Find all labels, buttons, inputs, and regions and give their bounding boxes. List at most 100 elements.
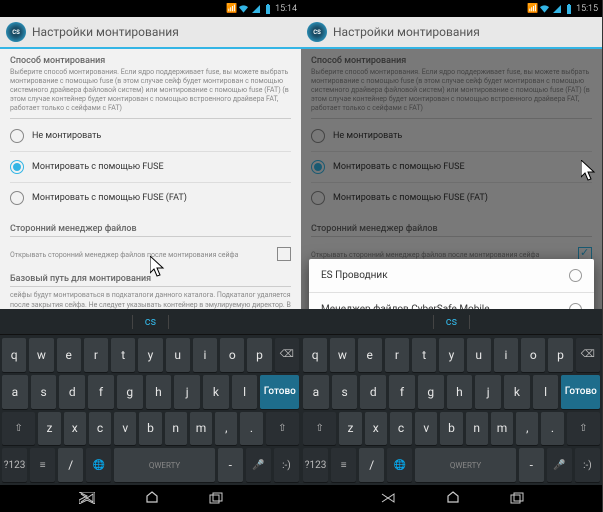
key-smile[interactable]: :-) bbox=[575, 448, 600, 482]
key-j[interactable]: j bbox=[475, 375, 501, 409]
ext-fm-row[interactable]: Открывать сторонний менеджер файлов посл… bbox=[0, 241, 301, 267]
key-f[interactable]: f bbox=[389, 375, 415, 409]
key-comma[interactable]: , bbox=[215, 412, 237, 446]
nav-back-icon[interactable] bbox=[380, 489, 396, 508]
radio-fuse-fat[interactable]: Монтировать с помощью FUSE (FAT) bbox=[0, 185, 301, 211]
key-shift[interactable]: ⇧ bbox=[2, 412, 35, 446]
suggestion-bar[interactable]: cs bbox=[0, 309, 301, 335]
dialog-option-es[interactable]: ES Проводник bbox=[309, 259, 594, 293]
key-smile[interactable]: :-) bbox=[274, 448, 299, 482]
nav-recent-icon[interactable] bbox=[510, 489, 524, 508]
key-settings[interactable]: ≡ bbox=[331, 448, 356, 482]
android-navbar bbox=[0, 485, 301, 512]
key-action[interactable]: Готово bbox=[561, 375, 600, 409]
key-c[interactable]: c bbox=[390, 412, 412, 446]
key-b[interactable]: b bbox=[139, 412, 161, 446]
key-period[interactable]: . bbox=[541, 412, 563, 446]
key-d[interactable]: d bbox=[59, 375, 85, 409]
suggestion[interactable]: cs bbox=[434, 315, 469, 328]
nav-back-icon[interactable] bbox=[79, 489, 95, 508]
key-s[interactable]: s bbox=[332, 375, 358, 409]
key-period[interactable]: . bbox=[240, 412, 262, 446]
key-d[interactable]: d bbox=[360, 375, 386, 409]
key-n[interactable]: n bbox=[466, 412, 488, 446]
key-q[interactable]: q bbox=[303, 338, 327, 372]
key-comma[interactable]: , bbox=[516, 412, 538, 446]
key-o[interactable]: o bbox=[521, 338, 545, 372]
key-sym[interactable]: ?123 bbox=[2, 448, 27, 482]
key-y[interactable]: y bbox=[439, 338, 463, 372]
key-shift[interactable]: ⇧ bbox=[303, 412, 336, 446]
signal-icon bbox=[552, 4, 561, 13]
key-p[interactable]: p bbox=[247, 338, 271, 372]
key-w[interactable]: w bbox=[330, 338, 354, 372]
key-shift-r[interactable]: ⇧ bbox=[567, 412, 600, 446]
key-e[interactable]: e bbox=[57, 338, 81, 372]
key-r[interactable]: r bbox=[84, 338, 108, 372]
key-m[interactable]: m bbox=[491, 412, 513, 446]
key-c[interactable]: c bbox=[89, 412, 111, 446]
key-e[interactable]: e bbox=[358, 338, 382, 372]
key-w[interactable]: w bbox=[29, 338, 53, 372]
key-l[interactable]: l bbox=[232, 375, 258, 409]
nav-recent-icon[interactable] bbox=[209, 489, 223, 508]
dialog-option-cybersafe[interactable]: Менеджер файлов CyberSafe Mobile bbox=[309, 293, 594, 309]
key-z[interactable]: z bbox=[38, 412, 60, 446]
key-settings[interactable]: ≡ bbox=[30, 448, 55, 482]
suggestion[interactable]: cs bbox=[133, 315, 168, 328]
key-n[interactable]: n bbox=[165, 412, 187, 446]
key-g[interactable]: g bbox=[418, 375, 444, 409]
key-b[interactable]: b bbox=[440, 412, 462, 446]
key-q[interactable]: q bbox=[2, 338, 26, 372]
key-u[interactable]: u bbox=[467, 338, 491, 372]
key-hyphen[interactable]: - bbox=[519, 448, 544, 482]
radio-fuse[interactable]: Монтировать с помощью FUSE bbox=[0, 154, 301, 180]
key-i[interactable]: i bbox=[193, 338, 217, 372]
key-y[interactable]: y bbox=[138, 338, 162, 372]
key-k[interactable]: k bbox=[203, 375, 229, 409]
key-v[interactable]: v bbox=[415, 412, 437, 446]
key-s[interactable]: s bbox=[31, 375, 57, 409]
key-j[interactable]: j bbox=[174, 375, 200, 409]
key-t[interactable]: t bbox=[412, 338, 436, 372]
key-o[interactable]: o bbox=[220, 338, 244, 372]
key-action[interactable]: Готово bbox=[260, 375, 299, 409]
key-k[interactable]: k bbox=[504, 375, 530, 409]
key-x[interactable]: x bbox=[365, 412, 387, 446]
key-p[interactable]: p bbox=[548, 338, 572, 372]
key-m[interactable]: m bbox=[190, 412, 212, 446]
key-t[interactable]: t bbox=[111, 338, 135, 372]
key-mic[interactable]: 🎤 bbox=[547, 448, 572, 482]
key-f[interactable]: f bbox=[88, 375, 114, 409]
key-lang[interactable]: 🌐 bbox=[86, 448, 111, 482]
key-space[interactable]: QWERTY bbox=[114, 448, 214, 482]
app-logo-icon: CS bbox=[6, 22, 26, 42]
nav-home-icon[interactable] bbox=[145, 489, 159, 508]
key-z[interactable]: z bbox=[339, 412, 361, 446]
key-h[interactable]: h bbox=[146, 375, 172, 409]
key-i[interactable]: i bbox=[494, 338, 518, 372]
mount-method-title: Способ монтирования bbox=[0, 49, 301, 68]
key-backspace[interactable]: ⌫ bbox=[576, 338, 600, 372]
key-space[interactable]: QWERTY bbox=[415, 448, 515, 482]
key-v[interactable]: v bbox=[114, 412, 136, 446]
key-shift-r[interactable]: ⇧ bbox=[266, 412, 299, 446]
key-g[interactable]: g bbox=[117, 375, 143, 409]
key-backspace[interactable]: ⌫ bbox=[275, 338, 299, 372]
radio-no-mount[interactable]: Не монтировать bbox=[0, 123, 301, 149]
key-x[interactable]: x bbox=[64, 412, 86, 446]
key-r[interactable]: r bbox=[385, 338, 409, 372]
key-a[interactable]: a bbox=[303, 375, 329, 409]
suggestion-bar[interactable]: cs bbox=[301, 309, 602, 335]
key-l[interactable]: l bbox=[533, 375, 559, 409]
key-slash[interactable]: / bbox=[359, 448, 384, 482]
key-slash[interactable]: / bbox=[58, 448, 83, 482]
nav-home-icon[interactable] bbox=[446, 489, 460, 508]
key-u[interactable]: u bbox=[166, 338, 190, 372]
key-sym[interactable]: ?123 bbox=[303, 448, 328, 482]
key-lang[interactable]: 🌐 bbox=[387, 448, 412, 482]
key-mic[interactable]: 🎤 bbox=[246, 448, 271, 482]
key-a[interactable]: a bbox=[2, 375, 28, 409]
key-hyphen[interactable]: - bbox=[218, 448, 243, 482]
key-h[interactable]: h bbox=[447, 375, 473, 409]
